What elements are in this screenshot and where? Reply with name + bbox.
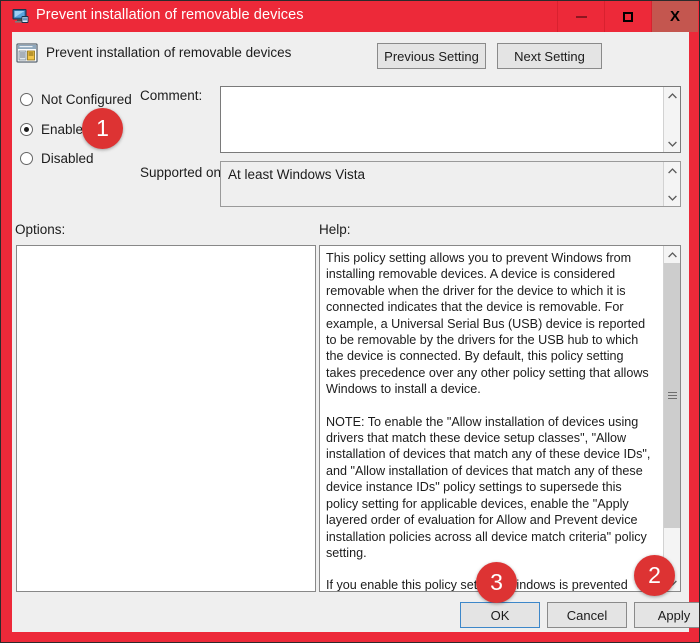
policy-setting-icon bbox=[16, 43, 38, 64]
radio-icon bbox=[20, 152, 33, 165]
grip-icon bbox=[667, 392, 677, 399]
scroll-up-icon[interactable] bbox=[664, 162, 680, 179]
help-paragraph: NOTE: To enable the "Allow installation … bbox=[326, 414, 651, 560]
help-text: This policy setting allows you to preven… bbox=[326, 250, 656, 591]
help-label: Help: bbox=[319, 222, 351, 237]
title-bar[interactable]: Prevent installation of removable device… bbox=[1, 1, 699, 32]
next-setting-button[interactable]: Next Setting bbox=[497, 43, 602, 69]
radio-icon bbox=[20, 93, 33, 106]
comment-scrollbar[interactable] bbox=[663, 87, 680, 152]
radio-not-configured[interactable]: Not Configured bbox=[20, 92, 132, 107]
radio-selected-icon bbox=[20, 123, 33, 136]
supported-on-field: At least Windows Vista bbox=[220, 161, 681, 207]
previous-setting-button[interactable]: Previous Setting bbox=[377, 43, 486, 69]
options-label: Options: bbox=[15, 222, 66, 237]
supported-on-scrollbar[interactable] bbox=[663, 162, 680, 206]
radio-label-disabled: Disabled bbox=[41, 151, 94, 166]
close-button[interactable]: X bbox=[651, 1, 698, 32]
supported-on-label: Supported on: bbox=[140, 165, 225, 180]
scroll-down-icon[interactable] bbox=[664, 189, 680, 206]
help-paragraph: This policy setting allows you to preven… bbox=[326, 251, 649, 397]
minimize-icon bbox=[575, 15, 587, 18]
policy-settings-window: Prevent installation of removable device… bbox=[0, 0, 700, 643]
scroll-up-icon[interactable] bbox=[664, 87, 680, 104]
ok-button[interactable]: OK bbox=[460, 602, 540, 628]
callout-badge-1: 1 bbox=[82, 108, 123, 149]
scroll-down-icon[interactable] bbox=[664, 135, 680, 152]
radio-label-not-configured: Not Configured bbox=[41, 92, 132, 107]
page-title: Prevent installation of removable device… bbox=[46, 45, 292, 60]
callout-badge-2: 2 bbox=[634, 555, 675, 596]
comment-input[interactable] bbox=[220, 86, 681, 153]
supported-on-value: At least Windows Vista bbox=[228, 167, 366, 182]
options-panel[interactable] bbox=[16, 245, 316, 592]
minimize-button[interactable] bbox=[557, 1, 604, 32]
radio-disabled[interactable]: Disabled bbox=[20, 151, 94, 166]
maximize-icon bbox=[623, 11, 633, 22]
comment-label: Comment: bbox=[140, 88, 203, 103]
help-scrollbar[interactable] bbox=[663, 246, 680, 591]
radio-enabled[interactable]: Enabled bbox=[20, 122, 91, 137]
close-icon: X bbox=[669, 8, 680, 25]
help-scrollbar-thumb[interactable] bbox=[664, 263, 680, 528]
help-panel: This policy setting allows you to preven… bbox=[319, 245, 681, 592]
cancel-button[interactable]: Cancel bbox=[547, 602, 627, 628]
computer-monitor-icon bbox=[12, 8, 29, 24]
window-title: Prevent installation of removable device… bbox=[36, 7, 304, 23]
window-controls: X bbox=[557, 1, 698, 32]
maximize-button[interactable] bbox=[604, 1, 651, 32]
callout-badge-3: 3 bbox=[476, 562, 517, 603]
scroll-up-icon[interactable] bbox=[664, 246, 680, 263]
apply-button[interactable]: Apply bbox=[634, 602, 699, 628]
